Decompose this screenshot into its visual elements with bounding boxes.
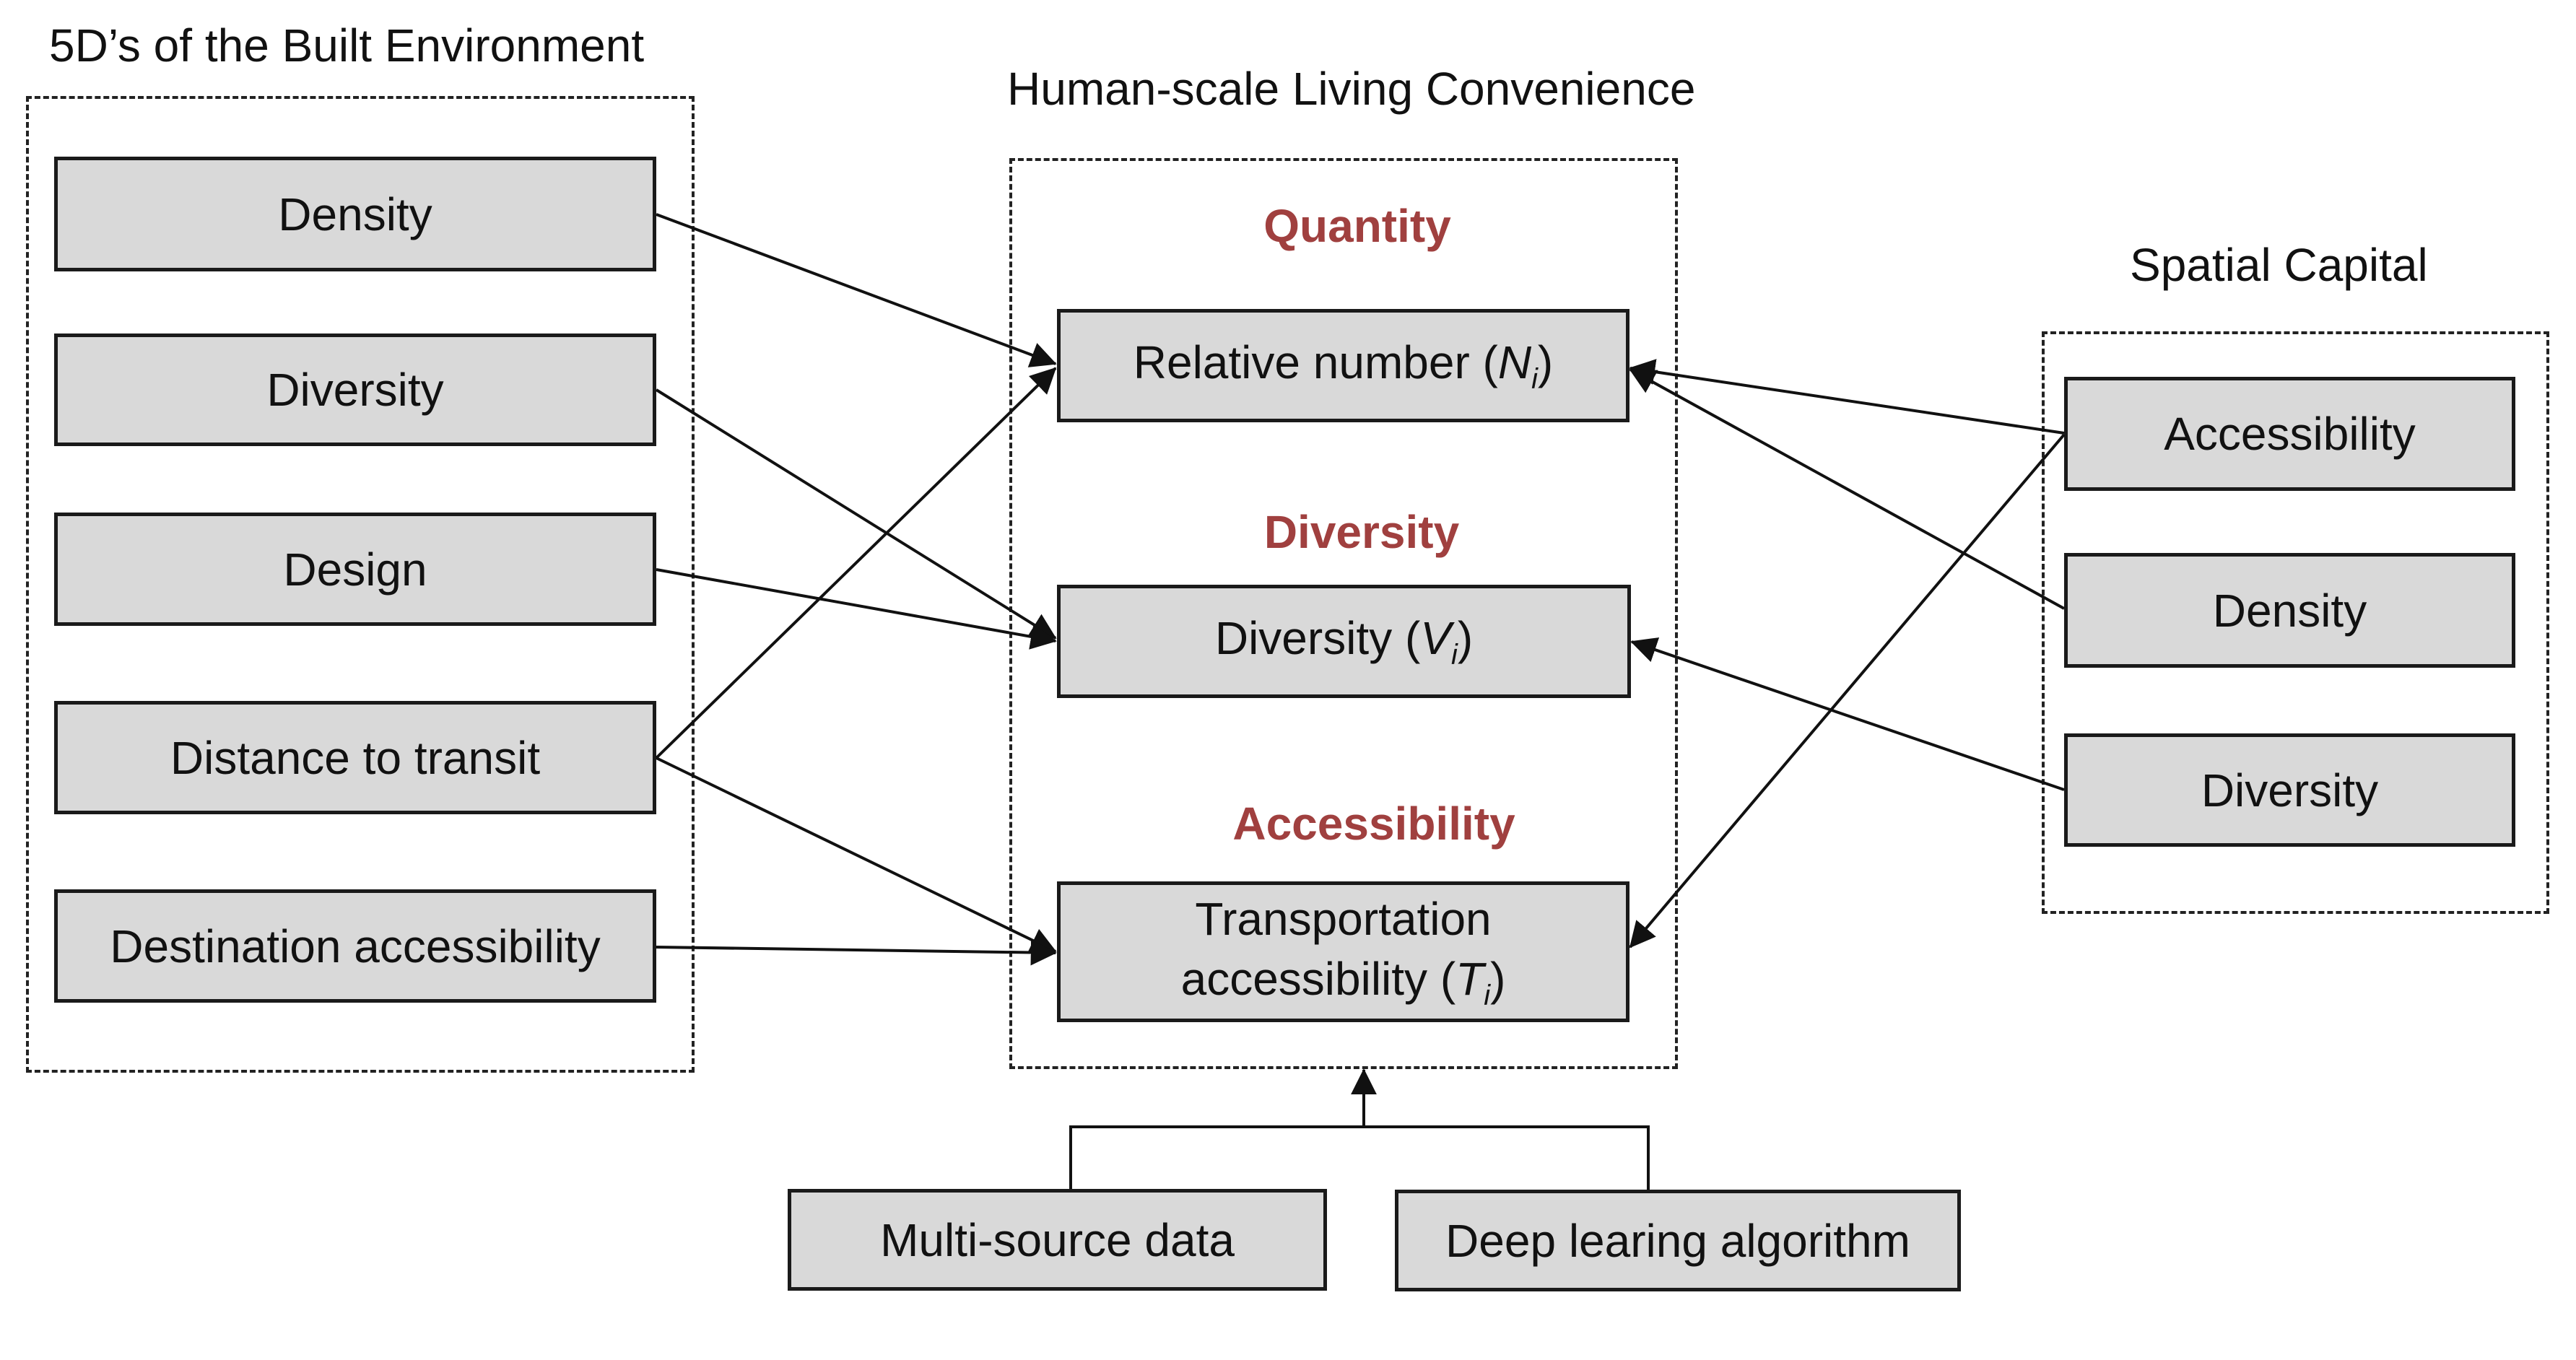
node-relative-number: Relative number (Ni)	[1057, 309, 1629, 422]
input-node-multi-source-data: Multi-source data	[788, 1189, 1327, 1291]
node-text-line1: Transportation	[1195, 892, 1492, 945]
input-node-deep-learing-algorithm: Deep learing algorithm	[1395, 1190, 1961, 1291]
node-transportation-label: Transportation accessibility (Ti)	[1181, 889, 1506, 1015]
be-node-design: Design	[54, 513, 656, 626]
close-paren: )	[1490, 952, 1506, 1005]
edge-be-destination-to-transportation	[656, 939, 1057, 966]
node-transportation-accessibility: Transportation accessibility (Ti)	[1057, 881, 1629, 1022]
be-node-destination-accessibility: Destination accessibility	[54, 889, 656, 1003]
node-diversity-vi: Diversity (Vi)	[1057, 585, 1631, 698]
edge-be-design-to-diversity	[656, 568, 1057, 650]
edge-sc-diversity-to-diversity	[1630, 637, 2065, 791]
spatial-capital-title: Spatial Capital	[2130, 239, 2428, 291]
symbol-v: V	[1420, 612, 1451, 665]
living-convenience-title: Human-scale Living Convenience	[1007, 63, 1696, 115]
close-paren: )	[1457, 612, 1474, 665]
node-diversity-label: Diversity (Vi)	[1215, 609, 1473, 673]
built-environment-title: 5D’s of the Built Environment	[49, 19, 645, 71]
sc-node-diversity: Diversity	[2064, 733, 2515, 847]
be-node-diversity: Diversity	[54, 334, 656, 446]
category-label-quantity: Quantity	[1263, 200, 1451, 252]
edge-sc-accessibility-to-relative-number	[1629, 359, 2065, 435]
category-label-diversity: Diversity	[1263, 506, 1460, 558]
sc-node-density: Density	[2064, 553, 2515, 668]
edge-be-density-to-relative-number	[656, 213, 1057, 367]
edge-sc-density-to-relative-number	[1629, 368, 2065, 610]
subscript-i: i	[1484, 979, 1491, 1011]
symbol-t: T	[1455, 952, 1484, 1005]
edge-be-diversity-to-diversity	[655, 388, 1057, 640]
subscript-i: i	[1450, 639, 1458, 671]
edge-be-distance-to-transportation	[656, 757, 1057, 953]
be-node-density: Density	[54, 157, 656, 271]
category-label-accessibility: Accessibility	[1232, 798, 1515, 850]
node-text: Relative number (	[1133, 336, 1498, 389]
edge-sc-accessibility-to-transportation	[1629, 433, 2066, 949]
sc-node-accessibility: Accessibility	[2064, 377, 2515, 491]
node-text-line2: accessibility (	[1180, 952, 1456, 1005]
subscript-i: i	[1531, 363, 1538, 396]
be-node-distance-to-transit: Distance to transit	[54, 701, 656, 814]
edge-inputs-bracket	[1069, 1125, 1650, 1190]
node-text: Diversity (	[1214, 612, 1421, 665]
symbol-n: N	[1497, 336, 1532, 389]
node-relative-number-label: Relative number (Ni)	[1133, 334, 1553, 397]
edge-be-distance-to-relative-number	[655, 367, 1057, 759]
close-paren: )	[1537, 336, 1554, 389]
